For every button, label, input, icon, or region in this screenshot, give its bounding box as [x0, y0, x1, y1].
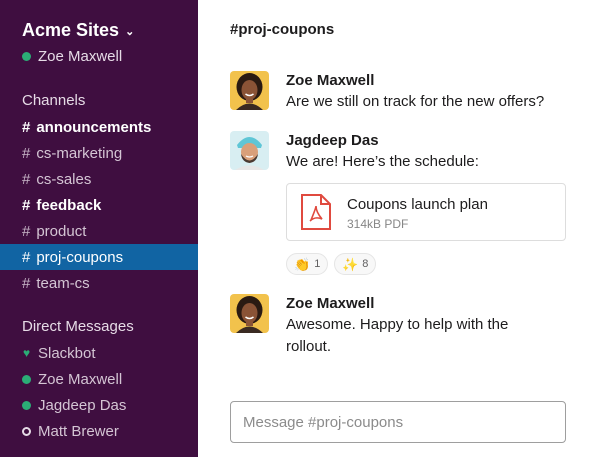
workspace-switcher[interactable]: Acme Sites ⌄ [22, 20, 134, 41]
message-text: We are! Here’s the schedule: [286, 153, 479, 170]
file-attachment[interactable]: Coupons launch plan 314kB PDF [286, 183, 566, 241]
channels-section-title[interactable]: Channels [22, 92, 85, 109]
message-body: Zoe Maxwell Awesome. Happy to help with … [286, 294, 536, 358]
message-body: Zoe Maxwell Are we still on track for th… [286, 71, 586, 113]
message-input[interactable] [243, 413, 553, 431]
message-composer[interactable] [230, 401, 566, 443]
dm-label: Jagdeep Das [38, 396, 127, 414]
sidebar-item-cs-sales[interactable]: # cs-sales [0, 166, 198, 192]
hash-icon: # [22, 222, 31, 240]
reaction-count: 8 [362, 258, 369, 270]
sidebar-item-announcements[interactable]: # announcements [0, 114, 198, 140]
avatar[interactable] [230, 131, 269, 170]
away-status-icon [22, 426, 31, 436]
file-name[interactable]: Coupons launch plan [347, 196, 488, 213]
channel-label: announcements [36, 118, 152, 136]
hash-icon: # [22, 144, 31, 162]
online-status-icon [22, 400, 31, 410]
online-status-icon [22, 374, 31, 384]
sidebar-item-dm-matt-brewer[interactable]: Matt Brewer [0, 418, 198, 444]
channel-label: product [36, 222, 87, 240]
sidebar-item-dm-slackbot[interactable]: ♥ Slackbot [0, 340, 198, 366]
sidebar-item-dm-zoe-maxwell[interactable]: Zoe Maxwell [0, 366, 198, 392]
app-window: Acme Sites ⌄ Zoe Maxwell Channels # anno… [0, 0, 589, 457]
current-user-name: Zoe Maxwell [38, 48, 123, 65]
message-pane: #proj-coupons Zoe Maxwell Are we still o… [198, 0, 589, 457]
hash-icon: # [22, 274, 31, 292]
channel-label: feedback [36, 196, 102, 214]
reaction-count: 1 [314, 258, 321, 270]
sidebar-item-cs-marketing[interactable]: # cs-marketing [0, 140, 198, 166]
message-body: Jagdeep Das We are! Here’s the schedule: [286, 131, 586, 173]
sidebar-item-dm-jagdeep-das[interactable]: Jagdeep Das [0, 392, 198, 418]
channel-label: cs-sales [36, 170, 92, 188]
avatar[interactable] [230, 71, 269, 110]
reaction-sparkles[interactable]: ✨ 8 [334, 253, 377, 275]
channel-label: cs-marketing [36, 144, 123, 162]
dm-label: Matt Brewer [38, 422, 119, 440]
sidebar-item-team-cs[interactable]: # team-cs [0, 270, 198, 296]
sidebar: Acme Sites ⌄ Zoe Maxwell Channels # anno… [0, 0, 198, 457]
channel-label: team-cs [36, 274, 90, 292]
sidebar-item-feedback[interactable]: # feedback [0, 192, 198, 218]
sidebar-item-proj-coupons[interactable]: # proj-coupons [0, 244, 198, 270]
channel-title[interactable]: #proj-coupons [230, 21, 334, 38]
reaction-clap[interactable]: 👏 1 [286, 253, 329, 275]
dm-section-title[interactable]: Direct Messages [22, 318, 134, 335]
clap-emoji-icon: 👏 [294, 256, 311, 272]
message-text: Are we still on track for the new offers… [286, 93, 545, 110]
hash-icon: # [22, 248, 31, 266]
message-text: Awesome. Happy to help with the rollout. [286, 316, 509, 355]
avatar[interactable] [230, 294, 269, 333]
dm-label: Slackbot [38, 344, 96, 362]
hash-icon: # [22, 196, 31, 214]
hash-icon: # [22, 118, 31, 136]
dm-label: Zoe Maxwell [38, 370, 123, 388]
hash-icon: # [22, 170, 31, 188]
current-user[interactable]: Zoe Maxwell [22, 48, 122, 65]
online-status-icon [22, 52, 31, 61]
heart-icon: ♥ [22, 346, 31, 360]
message-author[interactable]: Zoe Maxwell [286, 294, 536, 314]
chevron-down-icon: ⌄ [125, 26, 135, 38]
message-author[interactable]: Zoe Maxwell [286, 71, 586, 91]
message-author[interactable]: Jagdeep Das [286, 131, 586, 151]
file-meta: 314kB PDF [347, 217, 409, 231]
sparkles-emoji-icon: ✨ [342, 256, 359, 272]
channel-label: proj-coupons [36, 248, 124, 266]
workspace-name: Acme Sites [22, 20, 120, 40]
pdf-file-icon [301, 194, 331, 230]
sidebar-item-product[interactable]: # product [0, 218, 198, 244]
